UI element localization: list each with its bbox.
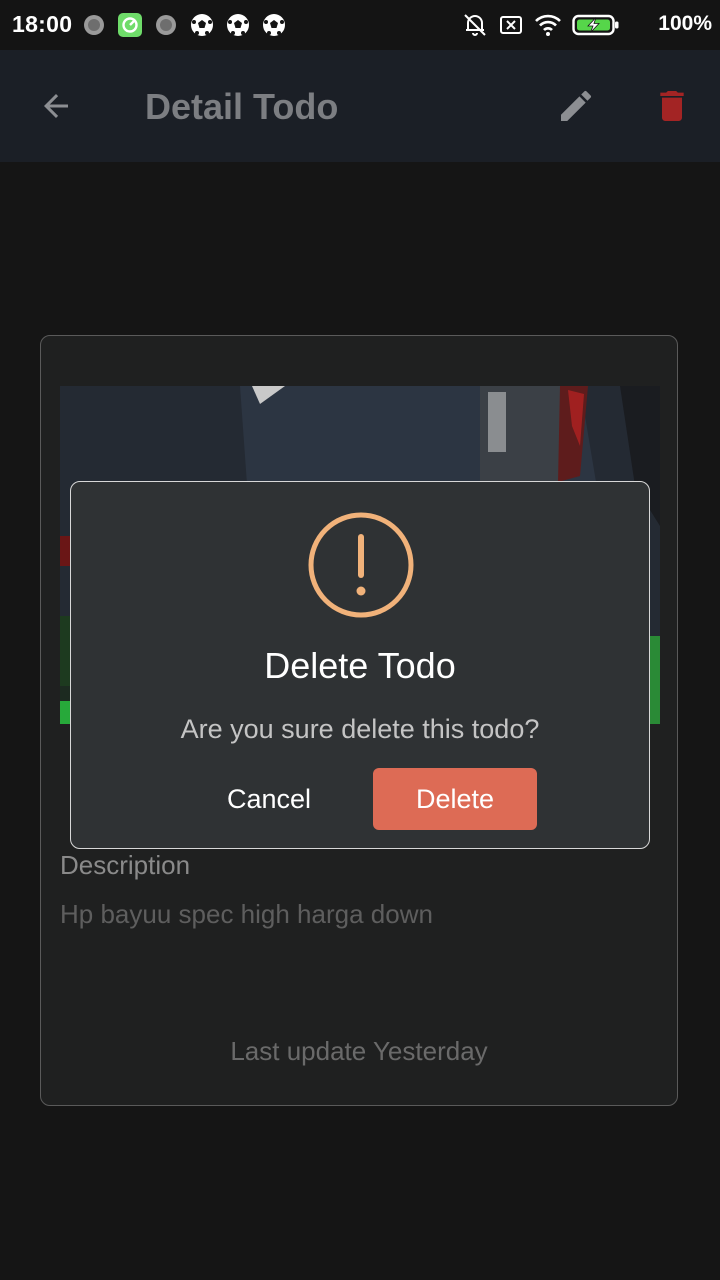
no-sim-icon	[500, 16, 522, 34]
battery-charging-icon	[572, 14, 619, 36]
description-value: Hp bayuu spec high harga down	[60, 899, 433, 929]
notification-icons	[82, 13, 286, 37]
status-bar: 18:00 100%	[0, 0, 720, 50]
alarm-off-icon	[464, 14, 486, 36]
battery-percentage: 100%	[658, 12, 712, 35]
screen: 18:00 100% Detail Todo Description Hp ba…	[0, 0, 720, 1280]
wifi-icon	[535, 14, 561, 36]
description-label: Description	[60, 850, 191, 880]
app-notification-icon	[118, 13, 142, 37]
delete-confirm-dialog: Delete Todo Are you sure delete this tod…	[70, 481, 650, 849]
soccer-ball-icon	[263, 14, 285, 36]
trash-icon	[660, 91, 684, 121]
page-title: Detail Todo	[145, 86, 339, 127]
soccer-ball-icon	[227, 14, 249, 36]
confirm-delete-button[interactable]: Delete	[373, 768, 537, 830]
delete-button[interactable]	[644, 78, 700, 134]
back-button[interactable]	[28, 78, 84, 134]
loading-icon	[84, 15, 104, 35]
warning-icon	[308, 512, 414, 618]
pencil-icon	[561, 90, 592, 121]
dialog-message: Are you sure delete this todo?	[180, 714, 540, 744]
last-update-text: Last update Yesterday	[230, 1036, 488, 1066]
dialog-title: Delete Todo	[264, 645, 456, 686]
arrow-back-icon	[44, 94, 68, 118]
edit-button[interactable]	[548, 78, 604, 134]
soccer-ball-icon	[191, 14, 213, 36]
app-bar: Detail Todo	[0, 50, 720, 162]
loading-icon	[156, 15, 176, 35]
cancel-button[interactable]: Cancel	[191, 768, 347, 830]
status-time: 18:00	[12, 11, 73, 37]
system-icons	[462, 12, 620, 38]
